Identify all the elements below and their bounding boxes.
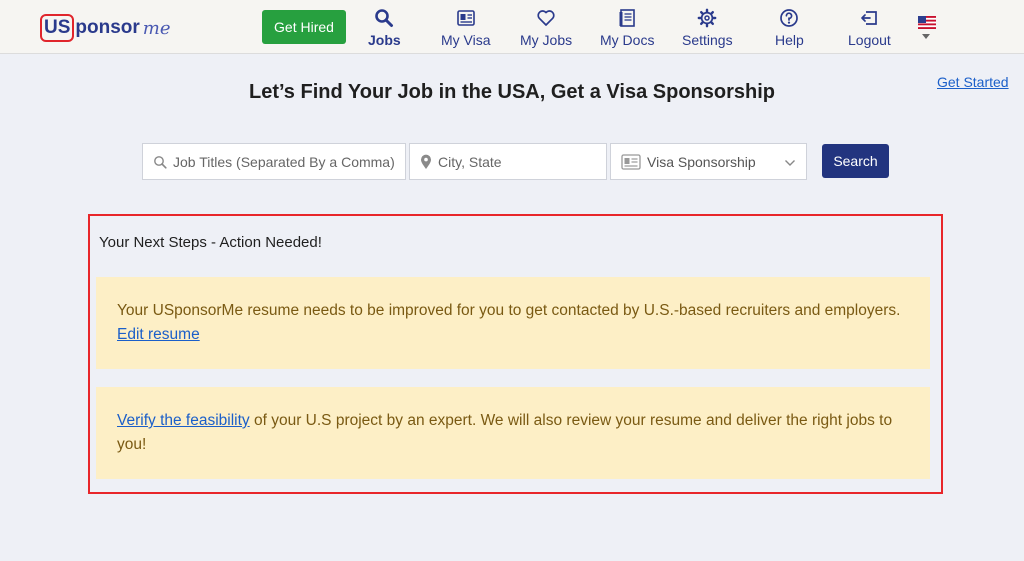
nav-my-docs-label: My Docs xyxy=(600,32,655,48)
feasibility-alert: Verify the feasibility of your U.S proje… xyxy=(96,387,930,479)
top-navigation-bar: US ponsor me Get Hired Jobs My Visa My Job… xyxy=(0,0,1024,54)
location-input[interactable] xyxy=(438,153,606,170)
nav-jobs-label: Jobs xyxy=(368,32,401,48)
search-icon xyxy=(375,9,394,27)
logo-sponsor-text: ponsor xyxy=(75,17,140,38)
gear-icon xyxy=(697,8,717,28)
nav-help[interactable]: Help xyxy=(775,8,804,48)
logout-icon xyxy=(861,11,878,25)
search-icon xyxy=(153,155,167,169)
location-search-field[interactable] xyxy=(409,143,607,180)
chevron-down-icon xyxy=(784,154,796,170)
verify-feasibility-link[interactable]: Verify the feasibility xyxy=(117,412,250,429)
document-icon xyxy=(619,9,636,27)
nav-help-label: Help xyxy=(775,32,804,48)
search-button[interactable]: Search xyxy=(822,144,889,178)
nav-my-jobs-label: My Jobs xyxy=(520,32,573,48)
job-title-input[interactable] xyxy=(173,153,405,170)
logo-me-script: me xyxy=(142,17,171,39)
heart-icon xyxy=(537,10,555,26)
nav-my-visa[interactable]: My Visa xyxy=(441,8,491,48)
nav-logout[interactable]: Logout xyxy=(848,8,891,48)
nav-settings-label: Settings xyxy=(682,32,733,48)
help-icon xyxy=(780,9,799,27)
resume-alert-text: Your USponsorMe resume needs to be impro… xyxy=(117,302,901,319)
nav-my-docs[interactable]: My Docs xyxy=(600,8,654,48)
us-flag-icon[interactable] xyxy=(918,16,936,29)
edit-resume-link[interactable]: Edit resume xyxy=(117,326,200,343)
nav-my-visa-label: My Visa xyxy=(441,32,491,48)
job-title-search-field[interactable] xyxy=(142,143,406,180)
visa-sponsorship-select[interactable]: Visa Sponsorship xyxy=(610,143,807,180)
visa-sponsorship-selected-value: Visa Sponsorship xyxy=(647,153,756,170)
language-dropdown-caret-icon[interactable] xyxy=(922,34,930,39)
logo-us-mark: US xyxy=(40,14,75,42)
nav-logout-label: Logout xyxy=(848,32,891,48)
nav-jobs[interactable]: Jobs xyxy=(368,8,401,48)
id-card-icon xyxy=(621,153,641,170)
map-pin-icon xyxy=(420,154,432,170)
page-title: Let’s Find Your Job in the USA, Get a Vi… xyxy=(248,81,775,103)
nav-my-jobs[interactable]: My Jobs xyxy=(520,8,572,48)
usponsorme-logo[interactable]: US ponsor me xyxy=(40,12,171,44)
nav-settings[interactable]: Settings xyxy=(682,8,733,48)
resume-improvement-alert: Your USponsorMe resume needs to be impro… xyxy=(96,277,930,369)
get-hired-button[interactable]: Get Hired xyxy=(262,10,346,44)
next-steps-title: Your Next Steps - Action Needed! xyxy=(99,234,322,251)
id-card-icon xyxy=(456,10,475,26)
